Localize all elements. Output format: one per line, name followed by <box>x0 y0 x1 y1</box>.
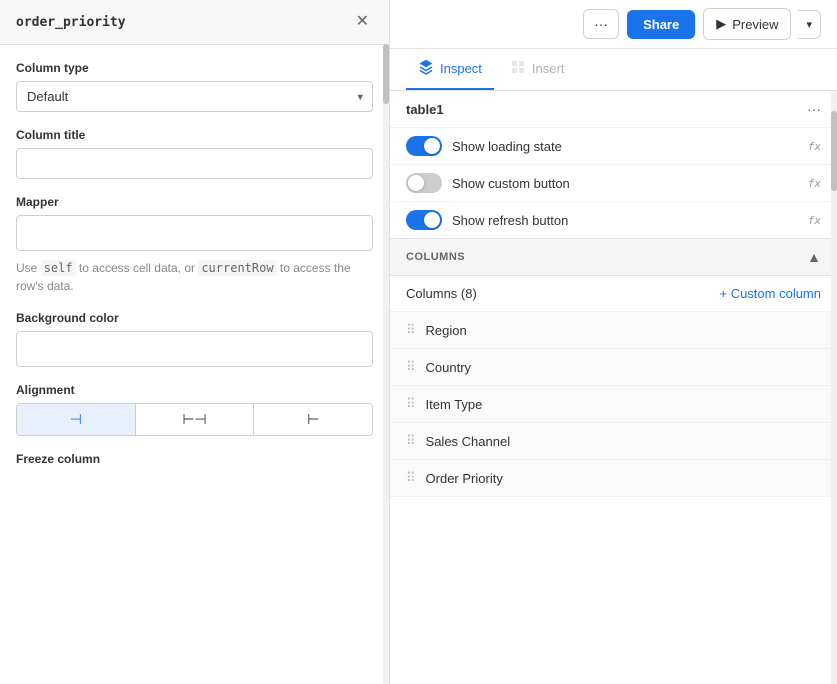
table-header-row: table1 ··· <box>390 91 837 127</box>
table-row: ⠿ Sales Channel <box>390 423 837 460</box>
align-right-button[interactable]: ⊢ <box>254 404 372 435</box>
mapper-helper-text: Use self to access cell data, or current… <box>16 259 373 295</box>
preview-dropdown-button[interactable]: ▾ <box>798 10 821 39</box>
table-options-button[interactable]: ··· <box>807 101 821 117</box>
panel-header: order_priority ✕ <box>0 0 389 45</box>
toggle-knob <box>424 212 440 228</box>
columns-header: COLUMNS ▲ <box>390 238 837 276</box>
more-icon: ··· <box>594 16 608 32</box>
show-loading-state-label: Show loading state <box>452 139 562 154</box>
columns-section: COLUMNS ▲ Columns (8) + Custom column ⠿ … <box>390 238 837 497</box>
tab-inspect[interactable]: Inspect <box>406 49 494 90</box>
column-type-select[interactable]: Default Text Number Date Boolean <box>16 81 373 112</box>
column-type-label: Column type <box>16 61 373 75</box>
column-type-wrapper: Default Text Number Date Boolean ▾ <box>16 81 373 112</box>
left-panel: order_priority ✕ Column type Default Tex… <box>0 0 390 684</box>
tabs-row: Inspect Insert <box>390 49 837 91</box>
align-left-button[interactable]: ⊣ <box>17 404 136 435</box>
drag-handle-icon[interactable]: ⠿ <box>406 322 416 338</box>
show-custom-button-row: Show custom button fx <box>390 164 837 201</box>
play-icon: ▶ <box>716 16 726 32</box>
column-name: Item Type <box>426 397 483 412</box>
drag-handle-icon[interactable]: ⠿ <box>406 470 416 486</box>
align-right-icon: ⊢ <box>307 411 319 428</box>
layers-icon <box>418 59 434 78</box>
column-title-section: Column title Order Priority <box>16 128 373 179</box>
right-content: table1 ··· Show loading state fx Show cu… <box>390 91 837 684</box>
right-scrollbar-track <box>831 91 837 684</box>
align-center-icon: ⊢⊣ <box>182 411 206 428</box>
preview-label: Preview <box>732 17 778 32</box>
toggle-left: Show custom button <box>406 173 570 193</box>
drag-handle-icon[interactable]: ⠿ <box>406 359 416 375</box>
insert-label: Insert <box>532 61 565 76</box>
show-loading-state-row: Show loading state fx <box>390 127 837 164</box>
bg-color-label: Background color <box>16 311 373 325</box>
share-button[interactable]: Share <box>627 10 695 39</box>
toggle-left: Show loading state <box>406 136 562 156</box>
panel-title: order_priority <box>16 15 126 30</box>
column-title-input[interactable]: Order Priority <box>16 148 373 179</box>
loading-state-fx[interactable]: fx <box>808 140 821 153</box>
add-custom-column-button[interactable]: + Custom column <box>719 286 821 301</box>
column-name: Order Priority <box>426 471 503 486</box>
show-custom-button-label: Show custom button <box>452 176 570 191</box>
right-panel: ··· Share ▶ Preview ▾ Inspect <box>390 0 837 684</box>
bg-color-section: Background color <box>16 311 373 367</box>
mapper-label: Mapper <box>16 195 373 209</box>
column-title-label: Column title <box>16 128 373 142</box>
panel-content: Column type Default Text Number Date Boo… <box>0 45 389 684</box>
close-button[interactable]: ✕ <box>352 12 373 32</box>
left-scrollbar-track <box>383 44 389 684</box>
insert-icon <box>510 59 526 78</box>
show-refresh-button-toggle[interactable] <box>406 210 442 230</box>
mapper-input[interactable] <box>16 215 373 251</box>
columns-title: COLUMNS <box>406 251 465 263</box>
table-row: ⠿ Order Priority <box>390 460 837 497</box>
inspect-label: Inspect <box>440 61 482 76</box>
alignment-buttons: ⊣ ⊢⊣ ⊢ <box>16 403 373 436</box>
table-name: table1 <box>406 102 444 117</box>
left-scrollbar-thumb[interactable] <box>383 44 389 104</box>
show-refresh-button-label: Show refresh button <box>452 213 568 228</box>
column-type-section: Column type Default Text Number Date Boo… <box>16 61 373 112</box>
mapper-section: Mapper Use self to access cell data, or … <box>16 195 373 295</box>
refresh-button-fx[interactable]: fx <box>808 214 821 227</box>
columns-collapse-button[interactable]: ▲ <box>807 249 821 265</box>
chevron-down-icon: ▾ <box>806 19 812 31</box>
columns-count-row: Columns (8) + Custom column <box>390 276 837 312</box>
drag-handle-icon[interactable]: ⠿ <box>406 396 416 412</box>
top-bar: ··· Share ▶ Preview ▾ <box>390 0 837 49</box>
alignment-label: Alignment <box>16 383 373 397</box>
preview-button[interactable]: ▶ Preview <box>703 8 791 40</box>
show-custom-button-toggle[interactable] <box>406 173 442 193</box>
table-row: ⠿ Country <box>390 349 837 386</box>
alignment-section: Alignment ⊣ ⊢⊣ ⊢ <box>16 383 373 436</box>
freeze-column-label: Freeze column <box>16 452 373 466</box>
more-options-button[interactable]: ··· <box>583 9 619 39</box>
freeze-column-section: Freeze column <box>16 452 373 466</box>
align-center-button[interactable]: ⊢⊣ <box>136 404 255 435</box>
toggle-knob <box>424 138 440 154</box>
column-name: Country <box>426 360 472 375</box>
toggle-knob <box>408 175 424 191</box>
align-left-icon: ⊣ <box>70 411 82 428</box>
drag-handle-icon[interactable]: ⠿ <box>406 433 416 449</box>
columns-count: Columns (8) <box>406 286 477 301</box>
table-row: ⠿ Item Type <box>390 386 837 423</box>
show-loading-state-toggle[interactable] <box>406 136 442 156</box>
custom-button-fx[interactable]: fx <box>808 177 821 190</box>
show-refresh-button-row: Show refresh button fx <box>390 201 837 238</box>
column-name: Sales Channel <box>426 434 511 449</box>
bg-color-input[interactable] <box>16 331 373 367</box>
toggle-left: Show refresh button <box>406 210 568 230</box>
tab-insert[interactable]: Insert <box>498 49 577 90</box>
column-name: Region <box>426 323 467 338</box>
right-scrollbar-thumb[interactable] <box>831 111 837 191</box>
table-row: ⠿ Region <box>390 312 837 349</box>
